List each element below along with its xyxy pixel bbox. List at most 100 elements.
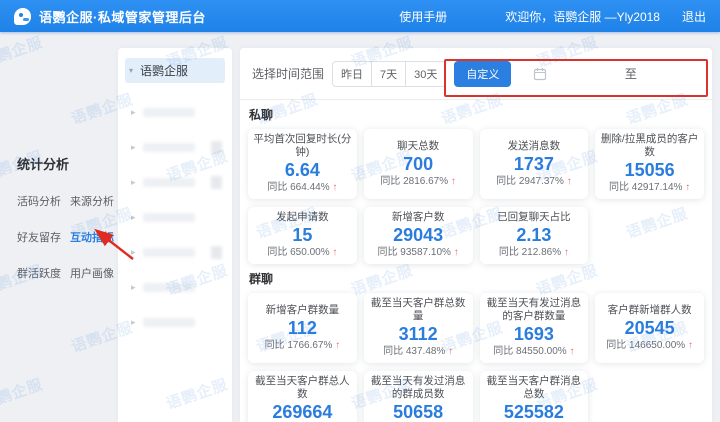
metric-card: 发送消息数 1737 同比 2947.37% ↑ <box>479 129 589 199</box>
caret-right-icon: ▸ <box>131 177 136 187</box>
metric-card: 删除/拉黑成员的客户数 15056 同比 42917.14% ↑ <box>595 129 704 199</box>
tree-root-label: 语鹦企服 <box>140 64 189 78</box>
range-button-30days[interactable]: 30天 <box>405 60 447 87</box>
tree-item-redacted[interactable]: ▸ <box>118 270 232 305</box>
section-private-chat: 私聊 平均首次回复时长(分钟) 6.64 同比 664.44% ↑ 聊天总数 700 同比 … <box>248 108 704 264</box>
trend-up-icon: ↑ <box>332 182 338 193</box>
metric-value: 112 <box>287 317 317 338</box>
metric-label: 平均首次回复时长(分钟) <box>253 133 352 158</box>
metric-value: 2.13 <box>516 225 552 245</box>
metric-yoy: 同比 650.00% ↑ <box>252 246 353 259</box>
end-date-input[interactable] <box>637 61 700 87</box>
range-button-custom[interactable]: 自定义 <box>454 60 512 87</box>
metric-label: 发起申请数 <box>276 211 329 223</box>
metric-card: 新增客户群数量 112 同比 1766.67% ↑ <box>248 293 357 363</box>
welcome-text: 欢迎你，语鹦企服 —Yly2018 <box>505 9 660 24</box>
start-date-input[interactable] <box>523 61 625 87</box>
filter-row: 选择时间范围 昨日 7天 30天 自定义 至 <box>240 48 712 100</box>
metric-label: 截至当天客户群总数量 <box>370 297 466 322</box>
sidebar-item-live-code-analysis[interactable]: 活码分析 <box>17 193 61 209</box>
metric-value: 700 <box>403 153 434 174</box>
trend-up-icon: ↑ <box>448 346 454 357</box>
sidebar-item-interaction-metrics[interactable]: 互动指标 <box>70 229 114 245</box>
metric-card: 截至当天客户群总人数269664同比 19526.20% ↑ <box>248 371 357 422</box>
date-range-picker: 至 <box>523 61 700 87</box>
metric-value: 1693 <box>513 324 554 344</box>
sidebar-links: 活码分析 来源分析好友留存 互动指标群活跃度 用户画像 <box>17 193 114 281</box>
yoy-text: 同比 664.44% <box>267 182 330 193</box>
redacted-label <box>142 108 195 117</box>
range-button-yesterday[interactable]: 昨日 <box>332 60 373 87</box>
tree-item-redacted[interactable]: ▸ <box>118 130 232 165</box>
blurred-icon <box>211 246 222 259</box>
sidebar-item-user-portrait[interactable]: 用户画像 <box>70 265 114 281</box>
metric-card: 截至当天有发过消息的客户群数量 1693 同比 84550.00% ↑ <box>479 293 589 363</box>
caret-right-icon: ▸ <box>131 142 136 152</box>
tree-item-redacted[interactable]: ▸ <box>118 200 232 235</box>
nav-section-title: 统计分析 <box>17 157 70 172</box>
caret-right-icon: ▸ <box>131 247 136 257</box>
caret-right-icon: ▸ <box>131 282 136 292</box>
yoy-text: 同比 146650.00% <box>606 339 686 351</box>
tree-item-redacted[interactable]: ▸ <box>118 165 232 200</box>
metric-card: 截至当天客户群消息总数525582同比 3091558.82% ↑ <box>479 371 589 422</box>
metric-label: 客户群新增群人数 <box>607 303 692 316</box>
tree-items: ▸ ▸ ▸ ▸ ▸ ▸ ▸ <box>118 95 232 340</box>
caret-down-icon: ▾ <box>129 66 134 75</box>
trend-up-icon: ↑ <box>569 346 575 357</box>
yoy-text: 同比 93587.10% <box>377 247 451 258</box>
metric-card: 聊天总数 700 同比 2816.67% ↑ <box>363 129 473 199</box>
metric-label: 新增客户群数量 <box>265 303 340 316</box>
sidebar-item-friend-retention[interactable]: 好友留存 <box>17 229 61 245</box>
tree-root-item[interactable]: ▾ 语鹦企服 <box>125 58 225 83</box>
section-group-chat: 群聊新增客户群数量 112 同比 1766.67% ↑ 截至当天客户群总数量 3112 同… <box>248 272 704 422</box>
logout-button[interactable]: 退出 <box>682 8 706 25</box>
sidebar-item-source-analysis[interactable]: 来源分析 <box>70 193 114 209</box>
metric-label: 聊天总数 <box>397 139 440 152</box>
metric-card-row: 截至当天客户群总人数269664同比 19526.20% ↑截至当天有发过消息的… <box>248 371 704 422</box>
app-title: 语鹦企服·私域管家管理后台 <box>39 9 206 25</box>
trend-up-icon: ↑ <box>687 339 693 351</box>
redacted-label <box>142 248 195 257</box>
yoy-text: 同比 650.00% <box>267 247 330 258</box>
metric-value: 50658 <box>393 402 444 422</box>
metric-yoy: 同比 2947.37% ↑ <box>484 175 585 188</box>
metric-card: 发起申请数 15 同比 650.00% ↑ <box>248 207 357 264</box>
app-header: 语鹦企服·私域管家管理后台 使用手册 欢迎你，语鹦企服 —Yly2018 退出 <box>0 0 720 32</box>
metric-card-row: 平均首次回复时长(分钟) 6.64 同比 664.44% ↑ 聊天总数 700 同比 28… <box>248 129 704 199</box>
tree-item-redacted[interactable]: ▸ <box>118 235 232 270</box>
range-button-7days[interactable]: 7天 <box>371 60 407 87</box>
metric-label: 截至当天客户群消息总数 <box>486 375 582 400</box>
header-right: 使用手册 欢迎你，语鹦企服 —Yly2018 退出 <box>399 8 706 25</box>
tree-item-redacted[interactable]: ▸ <box>118 95 232 130</box>
metric-value: 525582 <box>503 402 564 422</box>
yoy-text: 同比 437.48% <box>383 346 446 357</box>
trend-up-icon: ↑ <box>332 247 338 258</box>
range-button-group: 昨日 7天 30天 <box>332 60 447 87</box>
calendar-icon <box>534 67 547 80</box>
metric-label: 截至当天客户群总人数 <box>255 375 350 400</box>
metric-card: 截至当天客户群总数量 3112 同比 437.48% ↑ <box>363 293 473 363</box>
trend-up-icon: ↑ <box>563 247 569 258</box>
blurred-icon <box>211 176 222 189</box>
sidebar-item-group-activity[interactable]: 群活跃度 <box>17 265 61 281</box>
metric-sections: 私聊 平均首次回复时长(分钟) 6.64 同比 664.44% ↑ 聊天总数 700 同比 … <box>240 108 712 422</box>
metric-card-row: 发起申请数 15 同比 650.00% ↑ 新增客户数 29043 同比 93587.10… <box>248 207 704 264</box>
metric-value: 20545 <box>624 317 675 338</box>
metric-value: 15056 <box>624 160 675 180</box>
metric-value: 6.64 <box>284 160 320 180</box>
yoy-text: 同比 212.86% <box>498 247 562 258</box>
metric-label: 截至当天有发过消息的客户群数量 <box>486 297 582 322</box>
trend-up-icon: ↑ <box>453 247 459 258</box>
metric-card: 客户群新增群人数 20545 同比 146650.00% ↑ <box>595 293 704 363</box>
metric-card: 平均首次回复时长(分钟) 6.64 同比 664.44% ↑ <box>248 129 357 199</box>
metric-yoy: 同比 146650.00% ↑ <box>599 339 700 352</box>
section-title: 群聊 <box>249 272 274 286</box>
manual-link[interactable]: 使用手册 <box>399 8 447 25</box>
main-panel: 选择时间范围 昨日 7天 30天 自定义 至 私聊平均首次回复时长(分钟) 6.64 同… <box>240 48 712 422</box>
trend-up-icon: ↑ <box>566 175 572 187</box>
redacted-label <box>142 283 195 292</box>
tree-item-redacted[interactable]: ▸ <box>118 305 232 340</box>
section-title: 私聊 <box>249 108 274 122</box>
metric-value: 15 <box>292 225 313 245</box>
